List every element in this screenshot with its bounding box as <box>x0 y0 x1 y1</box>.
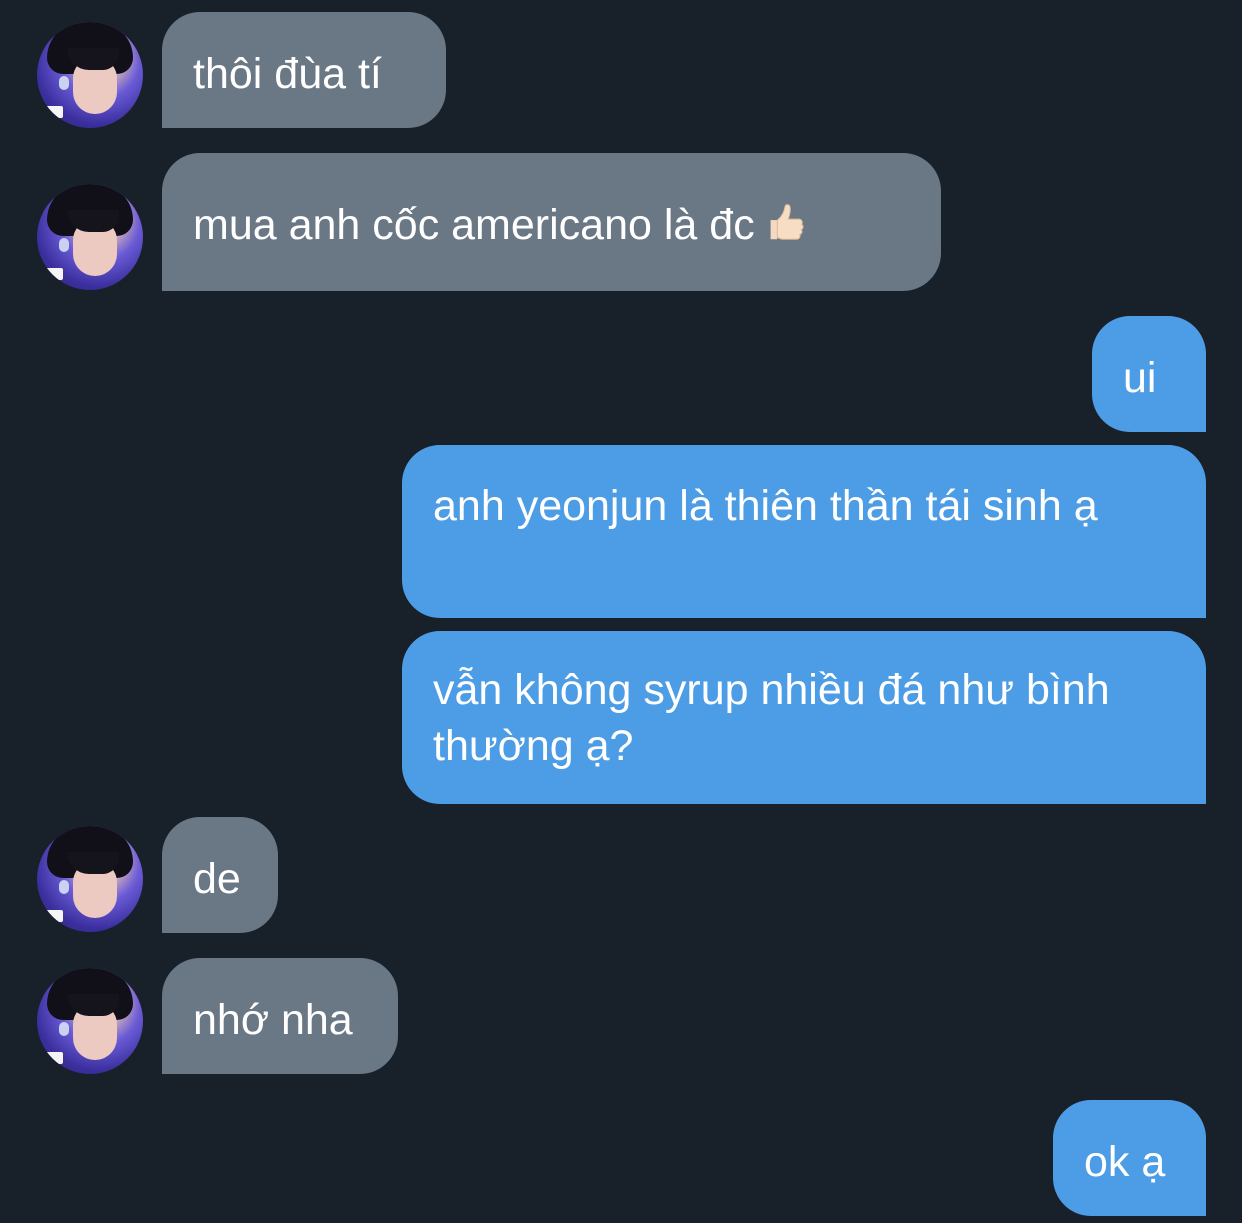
outgoing-message-bubble[interactable]: anh yeonjun là thiên thần tái sinh ạ <box>402 445 1206 618</box>
incoming-message-bubble[interactable]: mua anh cốc americano là đc <box>162 153 941 291</box>
avatar[interactable] <box>37 826 143 932</box>
outgoing-message-bubble[interactable]: vẫn không syrup nhiều đá như bình thường… <box>402 631 1206 804</box>
message-text: ok ạ <box>1084 1138 1166 1186</box>
avatar[interactable] <box>37 968 143 1074</box>
incoming-message-bubble[interactable]: thôi đùa tí <box>162 12 446 128</box>
thumbs-up-icon <box>770 204 804 240</box>
outgoing-message-bubble[interactable]: ui <box>1092 316 1206 432</box>
message-text: thôi đùa tí <box>193 50 382 98</box>
message-text: de <box>193 855 241 903</box>
message-text: mua anh cốc americano là đc <box>193 201 755 249</box>
avatar[interactable] <box>37 22 143 128</box>
message-text: vẫn không syrup nhiều đá như bình thường… <box>433 666 1110 770</box>
incoming-message-bubble[interactable]: de <box>162 817 278 933</box>
outgoing-message-bubble[interactable]: ok ạ <box>1053 1100 1206 1216</box>
message-text: nhớ nha <box>193 996 353 1044</box>
incoming-message-bubble[interactable]: nhớ nha <box>162 958 398 1074</box>
message-text: anh yeonjun là thiên thần tái sinh ạ <box>433 482 1098 530</box>
message-text: ui <box>1123 354 1157 402</box>
avatar[interactable] <box>37 184 143 290</box>
